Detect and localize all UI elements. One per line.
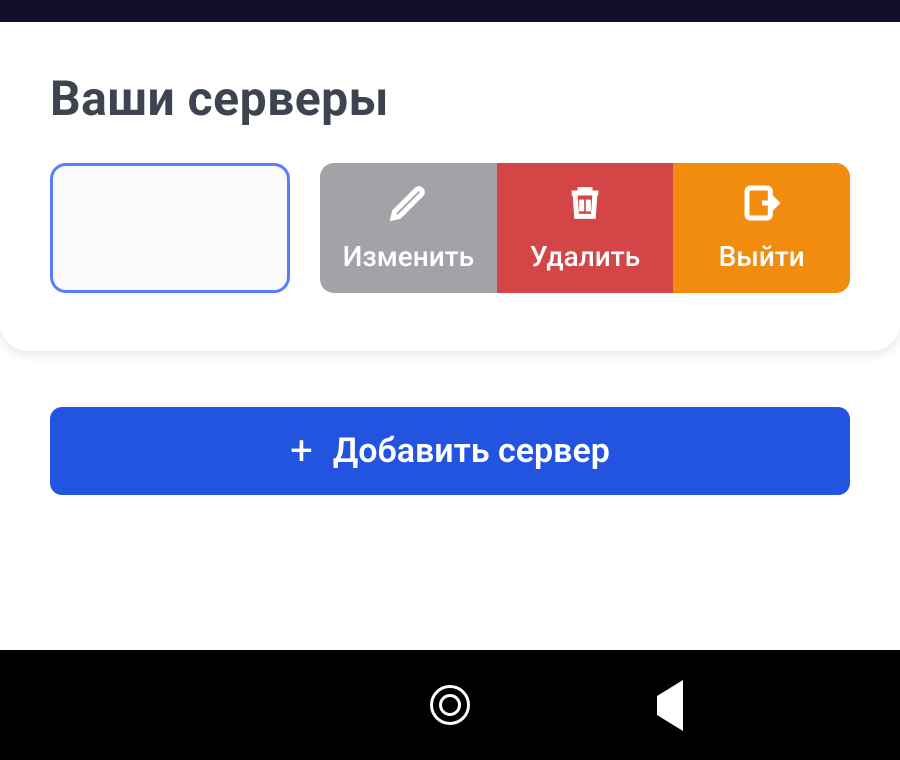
exit-icon: [742, 183, 782, 230]
add-server-button[interactable]: + Добавить сервер: [50, 407, 850, 495]
servers-card: Ваши серверы Изменить Удалить Выйти: [0, 22, 900, 351]
logout-button[interactable]: Выйти: [673, 163, 850, 293]
nav-home-button[interactable]: [428, 683, 472, 727]
nav-back-button[interactable]: [648, 683, 692, 727]
back-triangle-icon: [657, 696, 683, 715]
add-area: + Добавить сервер: [0, 351, 900, 495]
swipe-actions: Изменить Удалить Выйти: [320, 163, 850, 293]
circle-icon: [430, 685, 470, 725]
add-server-label: Добавить сервер: [333, 431, 610, 471]
edit-button[interactable]: Изменить: [320, 163, 497, 293]
nav-recent-button[interactable]: [208, 683, 252, 727]
delete-label: Удалить: [530, 240, 640, 273]
server-item[interactable]: [50, 163, 290, 293]
delete-button[interactable]: Удалить: [497, 163, 674, 293]
pencil-icon: [388, 183, 428, 230]
android-navbar: [0, 650, 900, 760]
page-title: Ваши серверы: [50, 70, 850, 127]
server-row: Изменить Удалить Выйти: [50, 163, 850, 293]
spacer: [0, 495, 900, 650]
edit-label: Изменить: [343, 240, 474, 273]
trash-icon: [565, 183, 605, 230]
logout-label: Выйти: [719, 240, 805, 273]
statusbar: [0, 0, 900, 22]
plus-icon: +: [290, 431, 313, 471]
